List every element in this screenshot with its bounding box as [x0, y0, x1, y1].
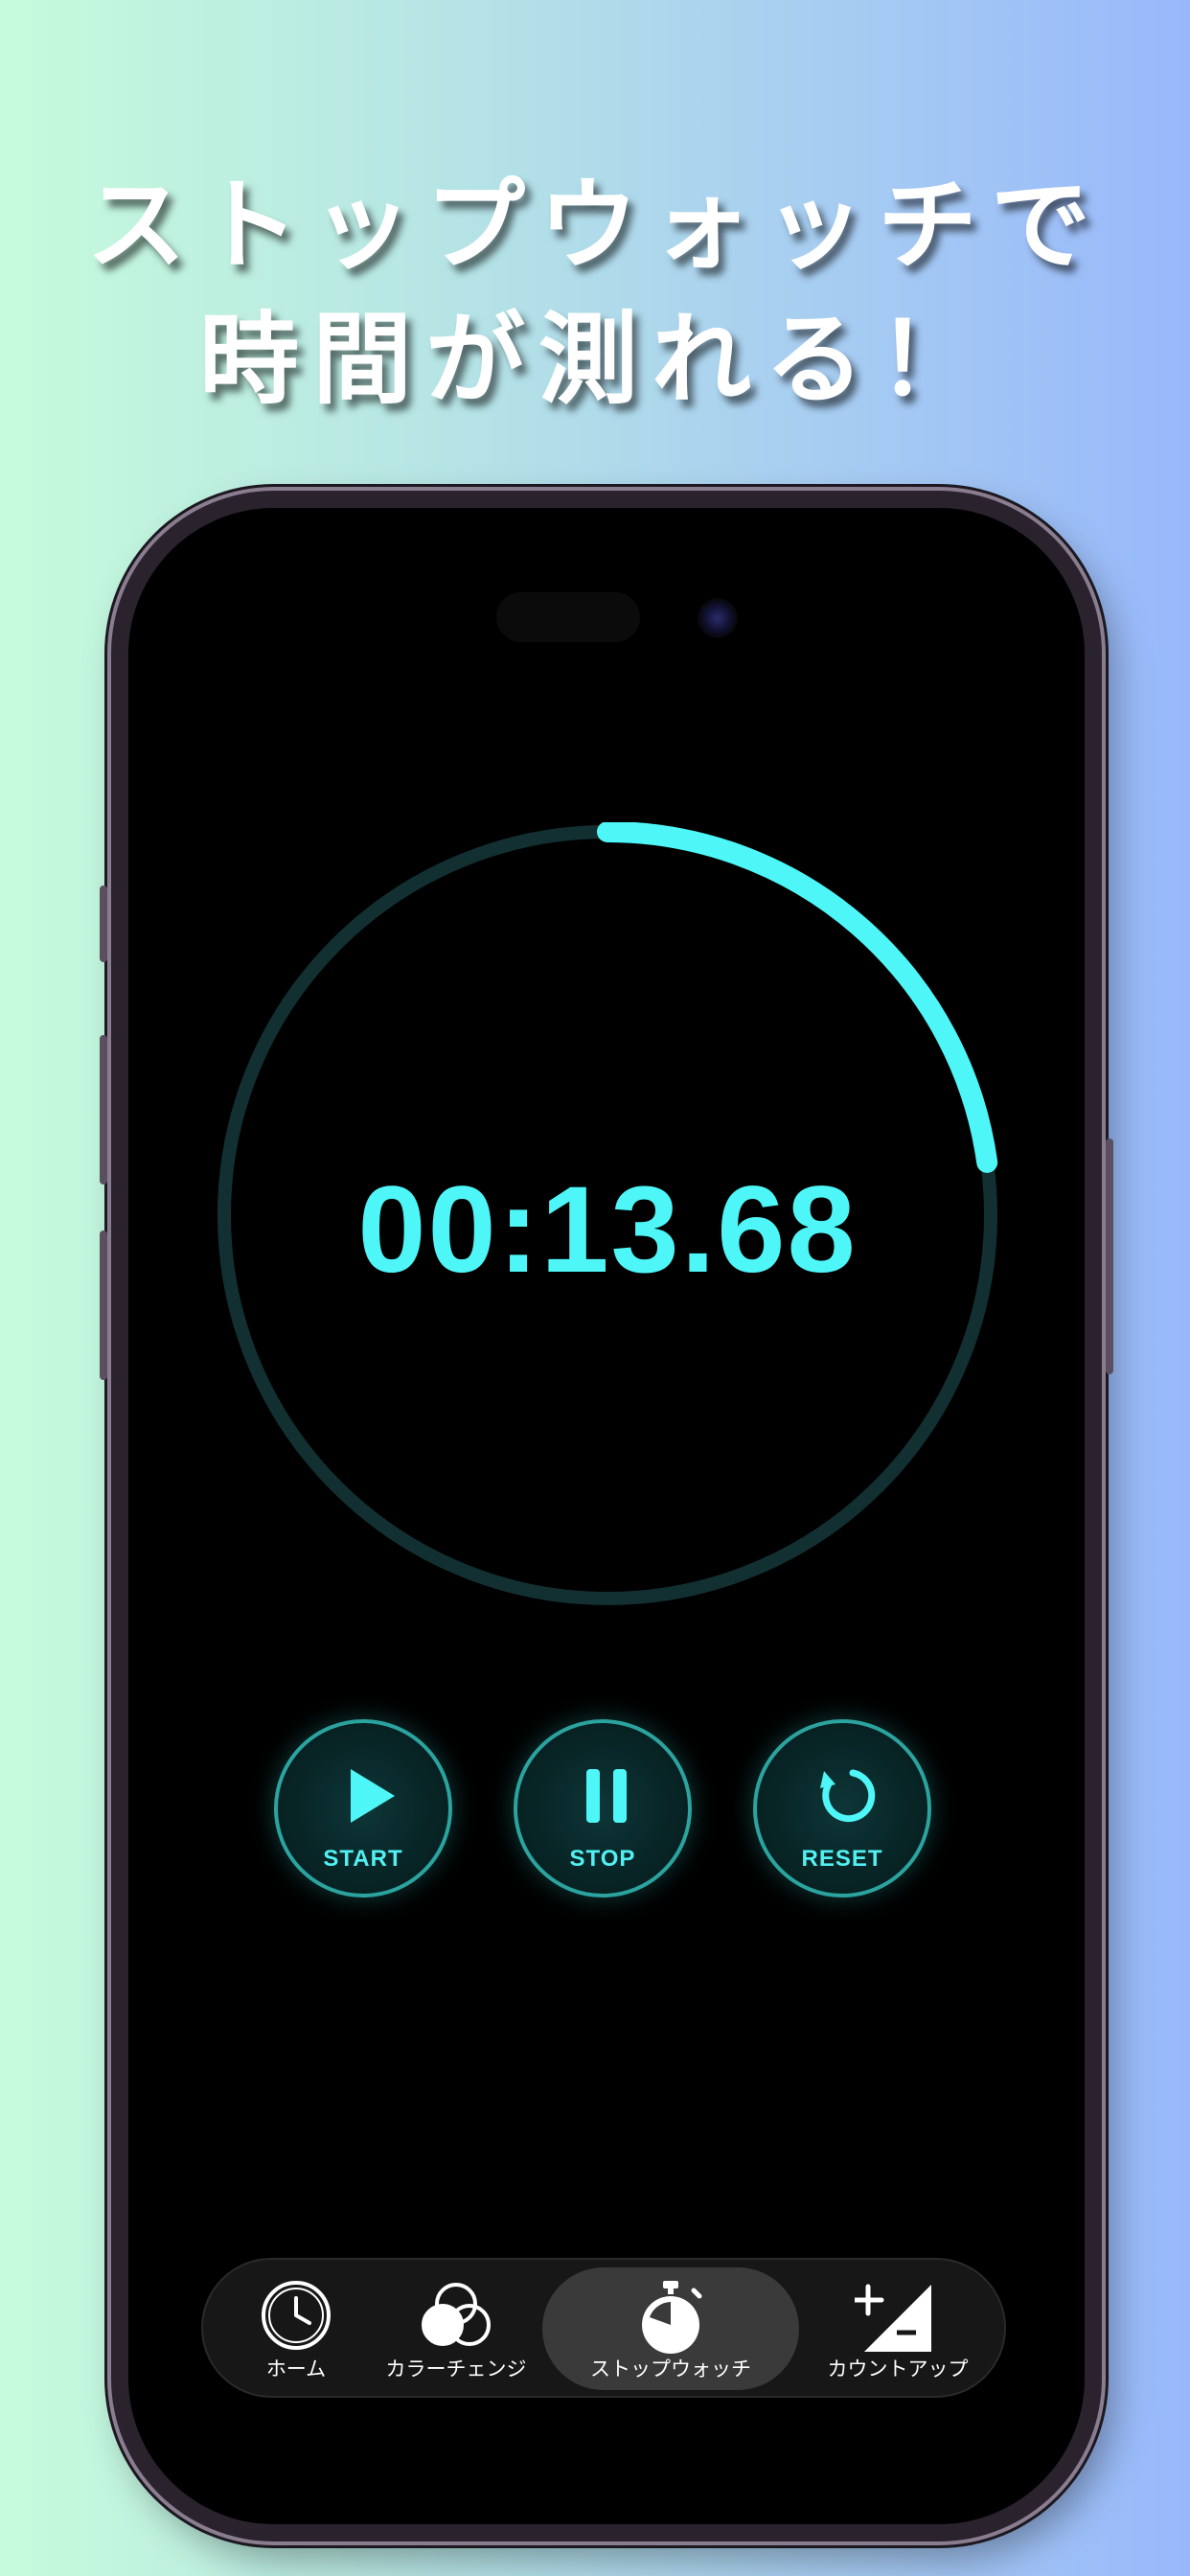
pause-icon	[517, 1765, 688, 1827]
volume-up-button	[100, 1035, 107, 1184]
stop-label: STOP	[569, 1846, 636, 1872]
elapsed-time: 00:13.68	[357, 1162, 858, 1299]
start-button[interactable]: START	[274, 1719, 452, 1898]
tab-count-up[interactable]: カウントアップ	[797, 2267, 998, 2390]
tab-color-change-label: カラーチェンジ	[385, 2358, 527, 2380]
stop-button[interactable]: STOP	[514, 1719, 692, 1898]
headline-line-1: ストップウォッチで	[85, 167, 1104, 284]
clock-icon	[260, 2279, 332, 2356]
color-circles-icon	[416, 2279, 496, 2356]
bottom-tab-bar: ホーム カラーチェンジ ストップウォッチ カウントアップ	[201, 2258, 1006, 2398]
plus-triangle-icon	[852, 2279, 941, 2359]
reset-button[interactable]: RESET	[753, 1719, 931, 1898]
dynamic-island	[496, 592, 640, 642]
app-screen: 00:13.68 START STOP RESET ホーム カラーチェンジ スト…	[128, 508, 1085, 2524]
power-button	[1106, 1138, 1113, 1374]
tab-count-up-label: カウントアップ	[827, 2358, 969, 2380]
headline-line-2: 時間が測れる！	[198, 301, 991, 418]
tab-color-change[interactable]: カラーチェンジ	[366, 2267, 546, 2390]
tab-home[interactable]: ホーム	[207, 2267, 385, 2390]
volume-down-button	[100, 1230, 107, 1380]
front-camera	[698, 598, 738, 638]
tab-stopwatch[interactable]: ストップウォッチ	[542, 2267, 799, 2390]
tab-stopwatch-label: ストップウォッチ	[590, 2358, 751, 2380]
phone-frame: 00:13.68 START STOP RESET ホーム カラーチェンジ スト…	[100, 491, 1113, 2542]
reset-label: RESET	[801, 1846, 883, 1872]
stopwatch-icon	[634, 2279, 707, 2359]
progress-arc	[597, 822, 998, 1173]
reset-icon	[757, 1765, 927, 1827]
action-button	[100, 886, 107, 962]
tab-home-label: ホーム	[265, 2358, 327, 2380]
start-label: START	[323, 1846, 403, 1872]
play-icon	[278, 1765, 448, 1827]
